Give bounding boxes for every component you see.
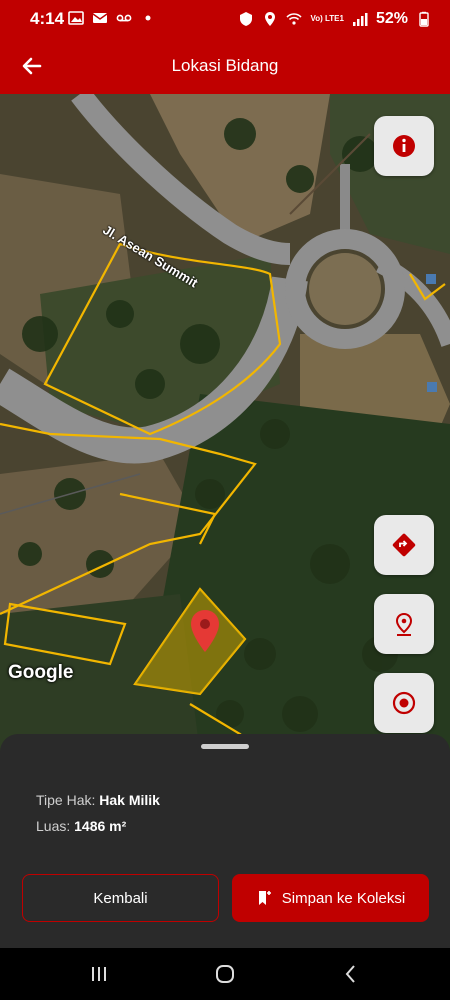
system-nav-bar bbox=[0, 948, 450, 1000]
luas-value: 1486 m² bbox=[74, 818, 127, 834]
location-icon bbox=[265, 12, 276, 26]
nav-back-icon[interactable] bbox=[339, 962, 363, 986]
pin-location-button[interactable] bbox=[374, 594, 434, 654]
my-location-button[interactable] bbox=[374, 673, 434, 733]
recents-icon[interactable] bbox=[87, 962, 111, 986]
network-label: Vo) LTE1 bbox=[310, 14, 344, 23]
battery-percent: 52% bbox=[375, 10, 408, 27]
location-pin-icon bbox=[395, 612, 413, 636]
signal-icon bbox=[352, 13, 368, 26]
battery-icon bbox=[419, 11, 429, 27]
page-title: Lokasi Bidang bbox=[171, 56, 279, 75]
kembali-label: Kembali bbox=[93, 889, 148, 907]
simpan-koleksi-button[interactable]: Simpan ke Koleksi bbox=[232, 874, 429, 922]
tipe-hak-label: Tipe Hak: bbox=[36, 792, 96, 808]
map-marker-icon[interactable] bbox=[190, 609, 220, 653]
dot-icon bbox=[145, 15, 151, 21]
wifi-icon bbox=[286, 13, 303, 25]
luas-row: Luas: 1486 m² bbox=[36, 818, 126, 834]
tipe-hak-row: Tipe Hak: Hak Milik bbox=[36, 792, 160, 808]
simpan-koleksi-label: Simpan ke Koleksi bbox=[281, 889, 406, 907]
tipe-hak-value: Hak Milik bbox=[99, 792, 160, 808]
home-icon[interactable] bbox=[213, 962, 237, 986]
target-icon bbox=[392, 691, 416, 715]
top-bar: 4:14 Vo) LTE1 52% Lokasi Bidang bbox=[0, 0, 450, 94]
google-attribution: Google bbox=[8, 662, 74, 683]
info-icon bbox=[393, 135, 415, 157]
directions-icon bbox=[392, 533, 416, 557]
status-right-icons: Vo) LTE1 52% bbox=[238, 10, 432, 28]
mail-icon bbox=[92, 13, 108, 23]
gallery-icon bbox=[68, 11, 84, 25]
bookmark-add-icon bbox=[258, 891, 271, 905]
luas-label: Luas: bbox=[36, 818, 71, 834]
satellite-map bbox=[0, 94, 450, 754]
sheet-drag-handle[interactable] bbox=[201, 744, 249, 749]
kembali-button[interactable]: Kembali bbox=[22, 874, 219, 922]
map-view[interactable]: Jl. Asean Summit Google bbox=[0, 94, 450, 754]
status-left-icons bbox=[68, 10, 156, 26]
bottom-sheet: Tipe Hak: Hak Milik Luas: 1486 m² Kembal… bbox=[0, 734, 450, 948]
app-bar: Lokasi Bidang bbox=[0, 38, 450, 94]
voicemail-icon bbox=[116, 14, 132, 22]
info-button[interactable] bbox=[374, 116, 434, 176]
status-time: 4:14 bbox=[30, 9, 65, 28]
security-icon bbox=[240, 12, 253, 26]
directions-button[interactable] bbox=[374, 515, 434, 575]
status-bar: 4:14 Vo) LTE1 52% bbox=[0, 0, 450, 38]
